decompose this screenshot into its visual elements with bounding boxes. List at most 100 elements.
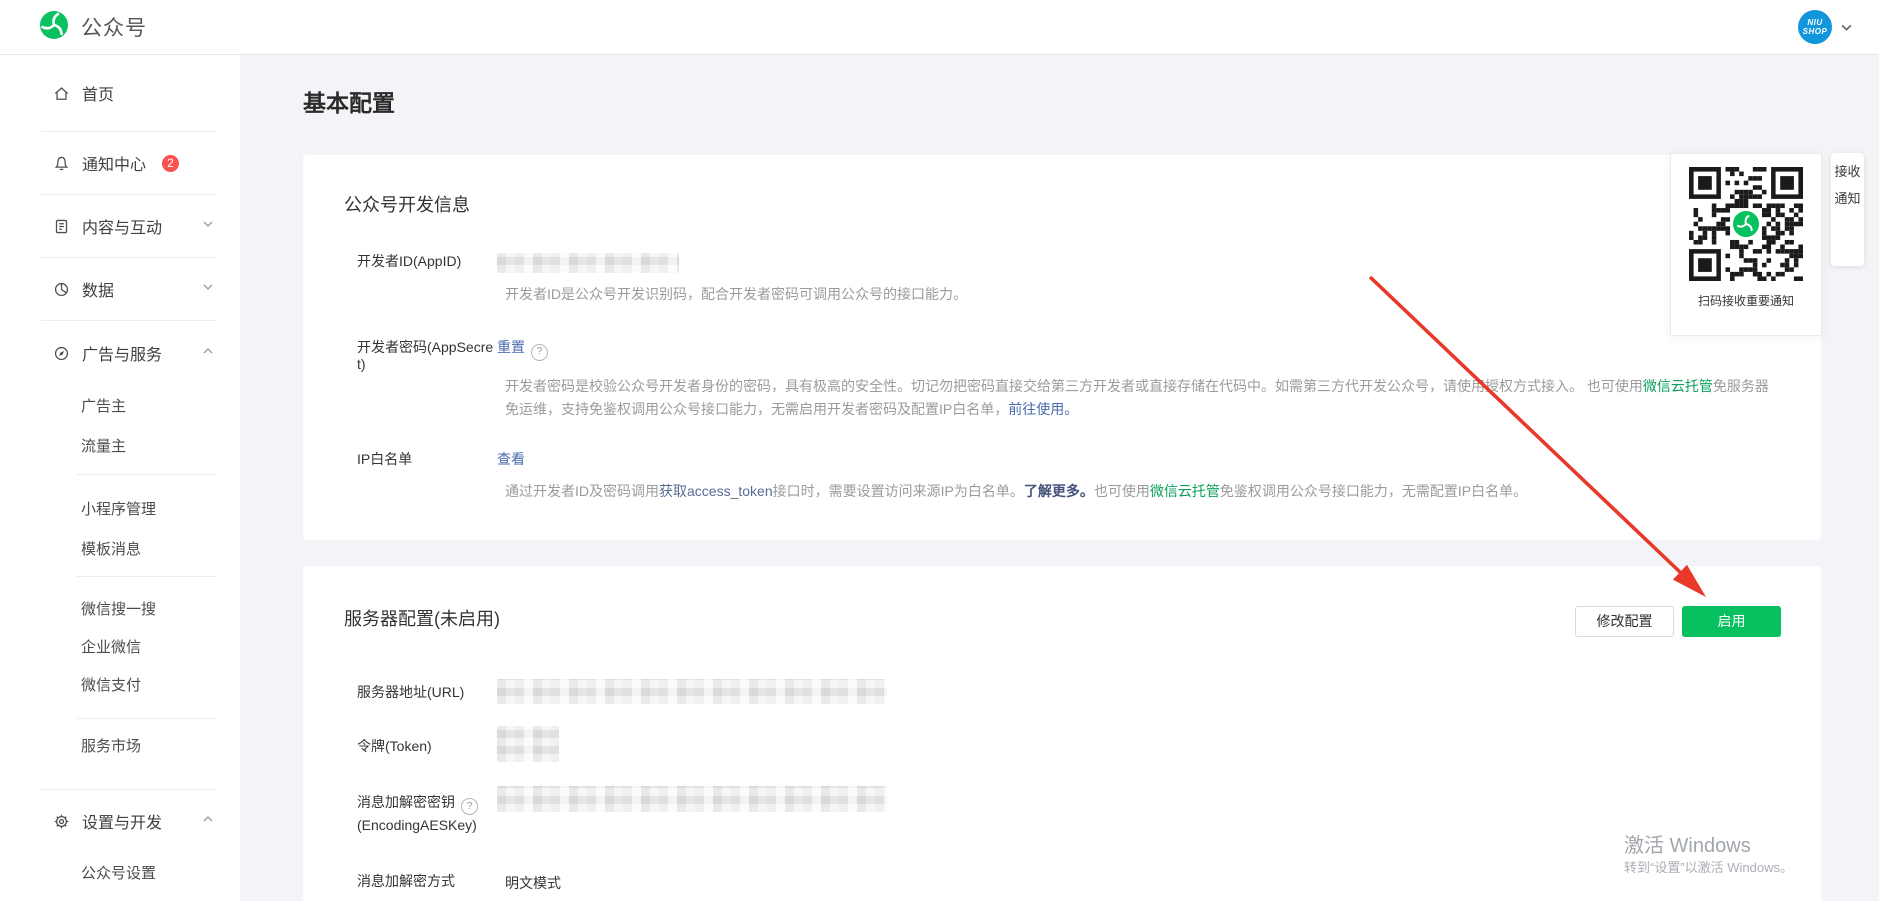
notification-badge: 2 xyxy=(162,155,179,172)
help-icon[interactable]: ? xyxy=(461,798,478,815)
server-config-card: 服务器配置(未启用) 修改配置 启用 服务器地址(URL) 令牌(Token) … xyxy=(303,566,1821,901)
ip-desc-text4: 免鉴权调用公众号接口能力，无需配置IP白名单。 xyxy=(1220,483,1527,499)
avatar[interactable]: NIU SHOP xyxy=(1798,10,1832,44)
divider xyxy=(77,576,217,577)
document-icon xyxy=(53,218,70,235)
modify-config-button[interactable]: 修改配置 xyxy=(1575,606,1674,637)
sidebar-subitem-label: 企业微信 xyxy=(81,636,141,657)
appsecret-desc-text: 开发者密码是校验公众号开发者身份的密码，具有极高的安全性。切记勿把密码直接交给第… xyxy=(505,378,1643,394)
sidebar-subitem-wecom[interactable]: 企业微信 xyxy=(0,627,240,665)
ip-whitelist-label: IP白名单 xyxy=(357,451,497,468)
chevron-down-icon xyxy=(1840,21,1853,34)
encrypt-method-value: 明文模式 xyxy=(505,875,561,891)
appid-description: 开发者ID是公众号开发识别码，配合开发者密码可调用公众号的接口能力。 xyxy=(505,286,1781,302)
page-title: 基本配置 xyxy=(303,88,1879,118)
sidebar-subitem-miniprogram[interactable]: 小程序管理 xyxy=(0,488,240,528)
appsecret-label: 开发者密码(AppSecret) xyxy=(357,339,497,373)
qr-code xyxy=(1689,167,1803,281)
help-icon[interactable]: ? xyxy=(531,344,548,361)
sidebar-subitem-traffic[interactable]: 流量主 xyxy=(0,425,240,465)
official-accounts-logo-icon xyxy=(38,9,70,46)
sidebar-subitem-service-market[interactable]: 服务市场 xyxy=(0,725,240,765)
token-row: 令牌(Token) xyxy=(357,726,1781,762)
app-window: 公众号 NIU SHOP 首页 通知中心 2 xyxy=(0,0,1879,901)
account-menu[interactable]: NIU SHOP xyxy=(1798,10,1853,44)
brand-home-link[interactable]: 公众号 xyxy=(38,9,147,46)
appid-row: 开发者ID(AppID) 开发者ID是公众号开发识别码，配合开发者密码可调用公众… xyxy=(357,253,1781,302)
enable-button[interactable]: 启用 xyxy=(1682,606,1781,637)
sidebar-subitem-label: 微信搜一搜 xyxy=(81,598,156,619)
appsecret-row: 开发者密码(AppSecret) 重置? 开发者密码是校验公众号开发者身份的密码… xyxy=(357,339,1781,421)
server-url-label: 服务器地址(URL) xyxy=(357,682,497,701)
sidebar-item-label: 设置与开发 xyxy=(82,809,162,833)
ip-desc-text2: 接口时，需要设置访问来源IP为白名单。 xyxy=(773,483,1024,499)
sidebar: 首页 通知中心 2 内容与互动 数据 xyxy=(0,55,240,901)
avatar-text-line1: NIU xyxy=(1807,18,1822,27)
brand-title: 公众号 xyxy=(81,12,147,42)
encrypt-method-label: 消息加解密方式 xyxy=(357,873,497,890)
ip-desc-text3: 也可使用 xyxy=(1094,483,1150,499)
sidebar-subitem-search[interactable]: 微信搜一搜 xyxy=(0,589,240,627)
home-icon xyxy=(53,85,70,102)
sidebar-subitem-wepay[interactable]: 微信支付 xyxy=(0,665,240,703)
sidebar-item-notifications[interactable]: 通知中心 2 xyxy=(0,132,240,194)
sidebar-subitem-label: 微信支付 xyxy=(81,674,141,695)
qr-caption: 扫码接收重要通知 xyxy=(1698,292,1794,309)
sidebar-item-label: 首页 xyxy=(82,81,114,105)
compass-icon xyxy=(53,345,70,362)
aeskey-label-line2: (EncodingAESKey) xyxy=(357,817,477,833)
sidebar-subitem-label: 小程序管理 xyxy=(81,498,156,519)
sidebar-item-label: 通知中心 xyxy=(82,151,146,175)
sidebar-subitem-label: 模板消息 xyxy=(81,538,141,559)
aeskey-label-line1: 消息加解密密钥 xyxy=(357,794,455,810)
appsecret-reset-link[interactable]: 重置 xyxy=(497,339,525,355)
sidebar-subitem-advertiser[interactable]: 广告主 xyxy=(0,385,240,425)
qr-notification-panel: 扫码接收重要通知 xyxy=(1670,153,1822,336)
chevron-up-icon xyxy=(202,344,214,362)
go-use-link[interactable]: 前往使用。 xyxy=(1008,401,1078,417)
cloud-hosting-link[interactable]: 微信云托管 xyxy=(1643,378,1713,394)
sidebar-item-ads-services[interactable]: 广告与服务 xyxy=(0,321,240,385)
token-value-masked xyxy=(497,726,559,762)
dev-info-card: 公众号开发信息 开发者ID(AppID) 开发者ID是公众号开发识别码，配合开发… xyxy=(303,155,1821,540)
sidebar-subitem-label: 公众号设置 xyxy=(81,862,156,883)
divider xyxy=(77,474,217,475)
sidebar-subitem-account-settings[interactable]: 公众号设置 xyxy=(0,852,240,892)
access-token-link[interactable]: 获取access_token xyxy=(659,483,773,499)
sidebar-subitem-label: 流量主 xyxy=(81,435,126,456)
sidebar-item-content[interactable]: 内容与互动 xyxy=(0,195,240,257)
pie-chart-icon xyxy=(53,281,70,298)
cloud-hosting-link[interactable]: 微信云托管 xyxy=(1150,483,1220,499)
chevron-down-icon xyxy=(202,217,214,235)
appid-label: 开发者ID(AppID) xyxy=(357,253,497,270)
avatar-text-line2: SHOP xyxy=(1803,27,1828,36)
main-content: 基本配置 公众号开发信息 开发者ID(AppID) 开发者ID是公众号开发识别码… xyxy=(240,55,1879,901)
sidebar-subitem-label: 广告主 xyxy=(81,395,126,416)
sidebar-item-settings-dev[interactable]: 设置与开发 xyxy=(0,790,240,852)
receive-notice-tab[interactable]: 接收通知 xyxy=(1831,153,1864,266)
chevron-up-icon xyxy=(202,812,214,830)
encrypt-method-row: 消息加解密方式 明文模式 xyxy=(357,873,1781,893)
aeskey-value-masked xyxy=(497,786,887,812)
chevron-down-icon xyxy=(202,280,214,298)
token-label: 令牌(Token) xyxy=(357,726,497,755)
gear-icon xyxy=(53,813,70,830)
learn-more-link[interactable]: 了解更多。 xyxy=(1024,483,1094,499)
ip-desc-text1: 通过开发者ID及密码调用 xyxy=(505,483,659,499)
dev-info-section-title: 公众号开发信息 xyxy=(344,193,1781,217)
aeskey-row: 消息加解密密钥? (EncodingAESKey) xyxy=(357,786,1781,837)
sidebar-subitem-template-msg[interactable]: 模板消息 xyxy=(0,528,240,568)
aeskey-label: 消息加解密密钥? (EncodingAESKey) xyxy=(357,786,497,837)
sidebar-item-home[interactable]: 首页 xyxy=(0,55,240,131)
sidebar-item-label: 数据 xyxy=(82,277,114,301)
sidebar-item-data[interactable]: 数据 xyxy=(0,258,240,320)
bell-icon xyxy=(53,155,70,172)
ip-description: 通过开发者ID及密码调用获取access_token接口时，需要设置访问来源IP… xyxy=(505,483,1781,499)
appsecret-description: 开发者密码是校验公众号开发者身份的密码，具有极高的安全性。切记勿把密码直接交给第… xyxy=(505,375,1781,421)
sidebar-item-label: 广告与服务 xyxy=(82,341,162,365)
topbar: 公众号 NIU SHOP xyxy=(0,0,1879,55)
server-config-section-title: 服务器配置(未启用) xyxy=(344,606,500,632)
ip-view-link[interactable]: 查看 xyxy=(497,451,525,467)
sidebar-item-label: 内容与互动 xyxy=(82,214,162,238)
sidebar-subitem-label: 服务市场 xyxy=(81,735,141,756)
